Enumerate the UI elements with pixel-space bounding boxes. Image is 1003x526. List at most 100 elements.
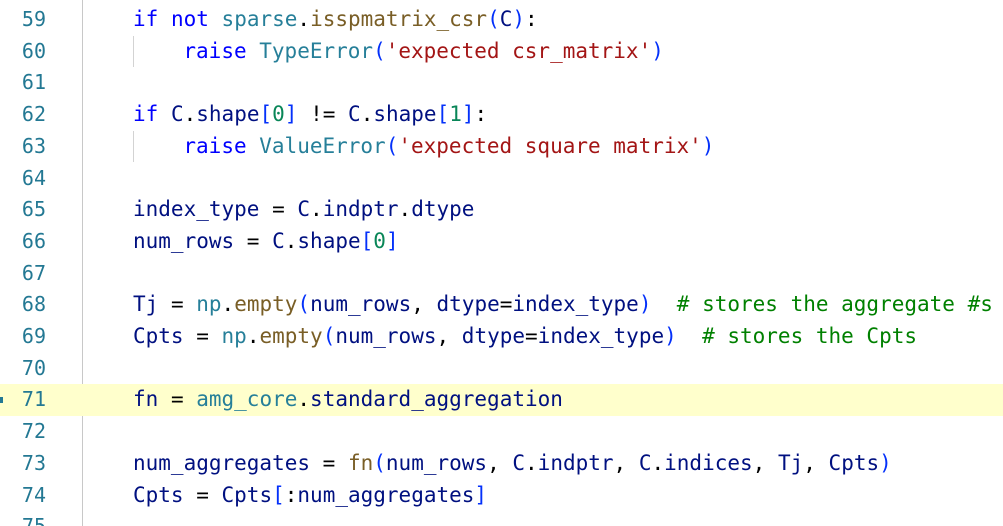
line-number[interactable]: 62 xyxy=(0,99,46,131)
code-token: fn xyxy=(347,450,374,475)
code-editor[interactable]: 59 if not sparse.isspmatrix_csr(C): 60 rais… xyxy=(0,0,1003,526)
code-line[interactable]: 68 Tj = np.empty(num_rows, dtype=index_ty… xyxy=(0,289,1003,321)
code-line[interactable]: 65 index_type = C.indptr.dtype xyxy=(0,194,1003,226)
code-line[interactable]: 71 fn = amg_core.standard_aggregation xyxy=(0,384,1003,417)
code-token: sparse xyxy=(221,7,298,31)
code-token: [ xyxy=(259,102,273,127)
code-token: ] xyxy=(474,482,488,507)
code-token: ) xyxy=(638,292,652,317)
line-code: Tj = np.empty(num_rows, dtype=index_type… xyxy=(133,289,993,321)
line-number[interactable]: 70 xyxy=(0,353,46,385)
line-code: num_aggregates = fn(num_rows, C.indptr, … xyxy=(133,448,892,480)
code-token: . xyxy=(651,450,665,475)
line-number[interactable]: 60 xyxy=(0,36,46,68)
code-token: . xyxy=(221,292,235,317)
code-token: = xyxy=(183,482,222,507)
line-number[interactable]: 73 xyxy=(0,448,46,480)
code-token: = xyxy=(259,197,298,222)
line-number[interactable]: 61 xyxy=(0,67,46,99)
code-token: empty xyxy=(259,324,323,348)
code-line[interactable]: 66 num_rows = C.shape[0] xyxy=(0,226,1003,258)
code-token: np xyxy=(221,324,247,348)
code-token: num_aggregates xyxy=(133,450,311,475)
code-line[interactable]: 59 if not sparse.isspmatrix_csr(C): xyxy=(0,4,1003,36)
line-number[interactable]: 68 xyxy=(0,289,46,321)
code-token: 'expected csr_matrix' xyxy=(385,38,652,63)
code-line[interactable]: 61 xyxy=(0,67,1003,99)
code-token: shape xyxy=(373,102,437,127)
code-token: . xyxy=(297,387,311,412)
code-token: Cpts xyxy=(221,482,273,507)
code-token: ( xyxy=(322,324,336,348)
line-number[interactable]: 59 xyxy=(0,4,46,36)
code-line[interactable]: 60 raise TypeError('expected csr_matrix') xyxy=(0,36,1003,68)
line-number[interactable]: 66 xyxy=(0,226,46,258)
code-line[interactable]: 70 xyxy=(0,353,1003,385)
line-code: raise TypeError('expected csr_matrix') xyxy=(183,36,664,68)
code-token: = xyxy=(499,292,513,317)
code-line[interactable]: 63 raise ValueError('expected square matr… xyxy=(0,131,1003,163)
code-token: Tj xyxy=(777,450,804,475)
code-line[interactable]: 64 xyxy=(0,163,1003,195)
code-token: TypeError xyxy=(259,38,374,63)
line-number[interactable]: 64 xyxy=(0,163,46,195)
line-code: if not sparse.isspmatrix_csr(C): xyxy=(133,4,538,36)
code-token: , xyxy=(411,292,437,317)
code-token: ) xyxy=(651,38,664,63)
code-token: num_rows xyxy=(310,292,412,317)
code-token: dtype xyxy=(411,197,475,222)
code-token: = xyxy=(310,450,348,475)
code-token: : xyxy=(284,482,298,507)
code-token: C xyxy=(297,197,311,222)
code-token: . xyxy=(525,450,538,475)
line-number[interactable]: 63 xyxy=(0,131,46,163)
code-token: != xyxy=(297,102,349,127)
code-line[interactable]: 75 xyxy=(0,511,1003,526)
line-number[interactable]: 74 xyxy=(0,480,46,512)
line-number[interactable]: 75 xyxy=(0,511,46,526)
code-line[interactable]: 72 xyxy=(0,416,1003,448)
line-code: fn = amg_core.standard_aggregation xyxy=(133,384,563,416)
line-number[interactable]: 69 xyxy=(0,321,46,353)
code-token: . xyxy=(360,102,374,127)
code-token: ] xyxy=(284,102,298,127)
code-token: shape xyxy=(297,228,361,253)
code-token: num_aggregates xyxy=(297,482,475,507)
code-token: Tj xyxy=(133,292,159,317)
code-token: : xyxy=(525,7,538,31)
code-line[interactable]: 74 Cpts = Cpts[:num_aggregates] xyxy=(0,480,1003,512)
code-token: Cpts xyxy=(828,450,880,475)
line-number[interactable]: 71 xyxy=(0,384,46,416)
code-token: 'expected square matrix' xyxy=(398,133,702,158)
line-number[interactable]: 65 xyxy=(0,194,46,226)
code-token: Cpts xyxy=(133,324,184,348)
code-token: ) xyxy=(664,324,677,348)
code-token: ( xyxy=(373,38,386,63)
code-token: ) xyxy=(512,7,526,31)
code-line[interactable]: 62 if C.shape[0] != C.shape[1]: xyxy=(0,99,1003,131)
code-token: 0 xyxy=(272,102,285,127)
code-token: if xyxy=(133,7,159,31)
line-code: if C.shape[0] != C.shape[1]: xyxy=(133,99,487,131)
line-code: Cpts = np.empty(num_rows, dtype=index_ty… xyxy=(133,321,917,353)
code-token: , xyxy=(803,450,829,475)
code-token: 1 xyxy=(449,102,462,127)
code-line[interactable]: 73 num_aggregates = fn(num_rows, C.indptr… xyxy=(0,448,1003,480)
code-token: ( xyxy=(385,133,399,158)
code-token: Cpts xyxy=(133,482,184,507)
code-line[interactable]: 67 xyxy=(0,258,1003,290)
code-token: 0 xyxy=(373,228,386,253)
code-token: num_rows xyxy=(335,324,437,348)
code-line[interactable]: 69 Cpts = np.empty(num_rows, dtype=index_… xyxy=(0,321,1003,353)
code-token: = xyxy=(183,324,222,348)
line-number[interactable]: 72 xyxy=(0,416,46,448)
code-token: indptr xyxy=(322,197,399,222)
line-code: raise ValueError('expected square matrix… xyxy=(183,131,714,163)
line-number[interactable]: 67 xyxy=(0,258,46,290)
